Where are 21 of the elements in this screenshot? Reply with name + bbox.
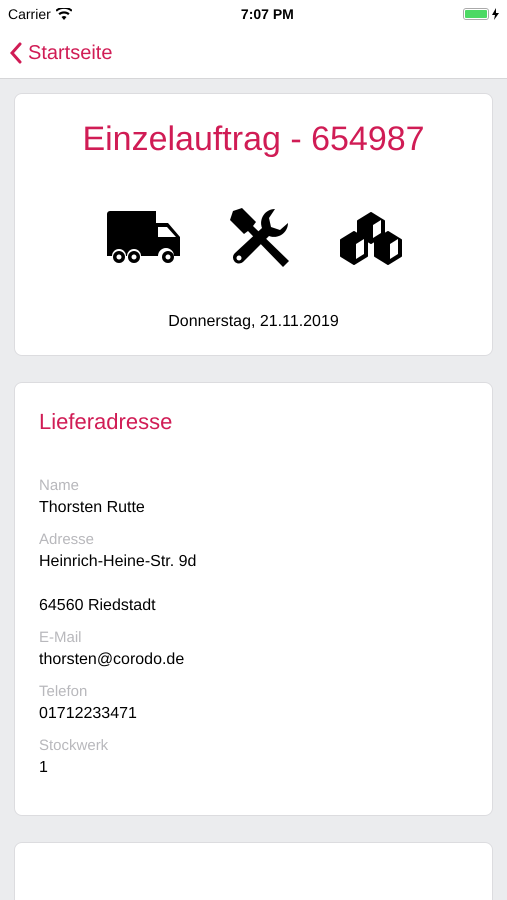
field-label: Telefon [39, 682, 88, 702]
order-title: Einzelauftrag - 654987 [82, 120, 425, 159]
field-value: 1 [39, 758, 49, 778]
clock-time: 7:07 PM [240, 6, 294, 22]
carrier-label: Carrier [8, 6, 51, 22]
truck-icon [104, 210, 182, 266]
field-label: Adresse [39, 530, 96, 550]
battery-icon [462, 8, 489, 20]
field-value: Thorsten Rutte [39, 498, 146, 518]
field-label: Stockwerk [39, 736, 110, 756]
boxes-icon [338, 210, 402, 266]
charging-icon [492, 8, 499, 20]
wifi-icon [56, 8, 72, 20]
field-label: E-Mail [39, 628, 83, 648]
back-button[interactable]: Startseite [10, 42, 112, 64]
order-date: Donnerstag, 21.11.2019 [168, 313, 339, 331]
field-label: Name [39, 476, 80, 496]
chevron-left-icon [10, 42, 22, 64]
field-value: 01712233471 [39, 704, 138, 724]
section-heading: Lieferadresse [39, 409, 174, 435]
field-value: thorsten@corodo.de [39, 650, 186, 670]
